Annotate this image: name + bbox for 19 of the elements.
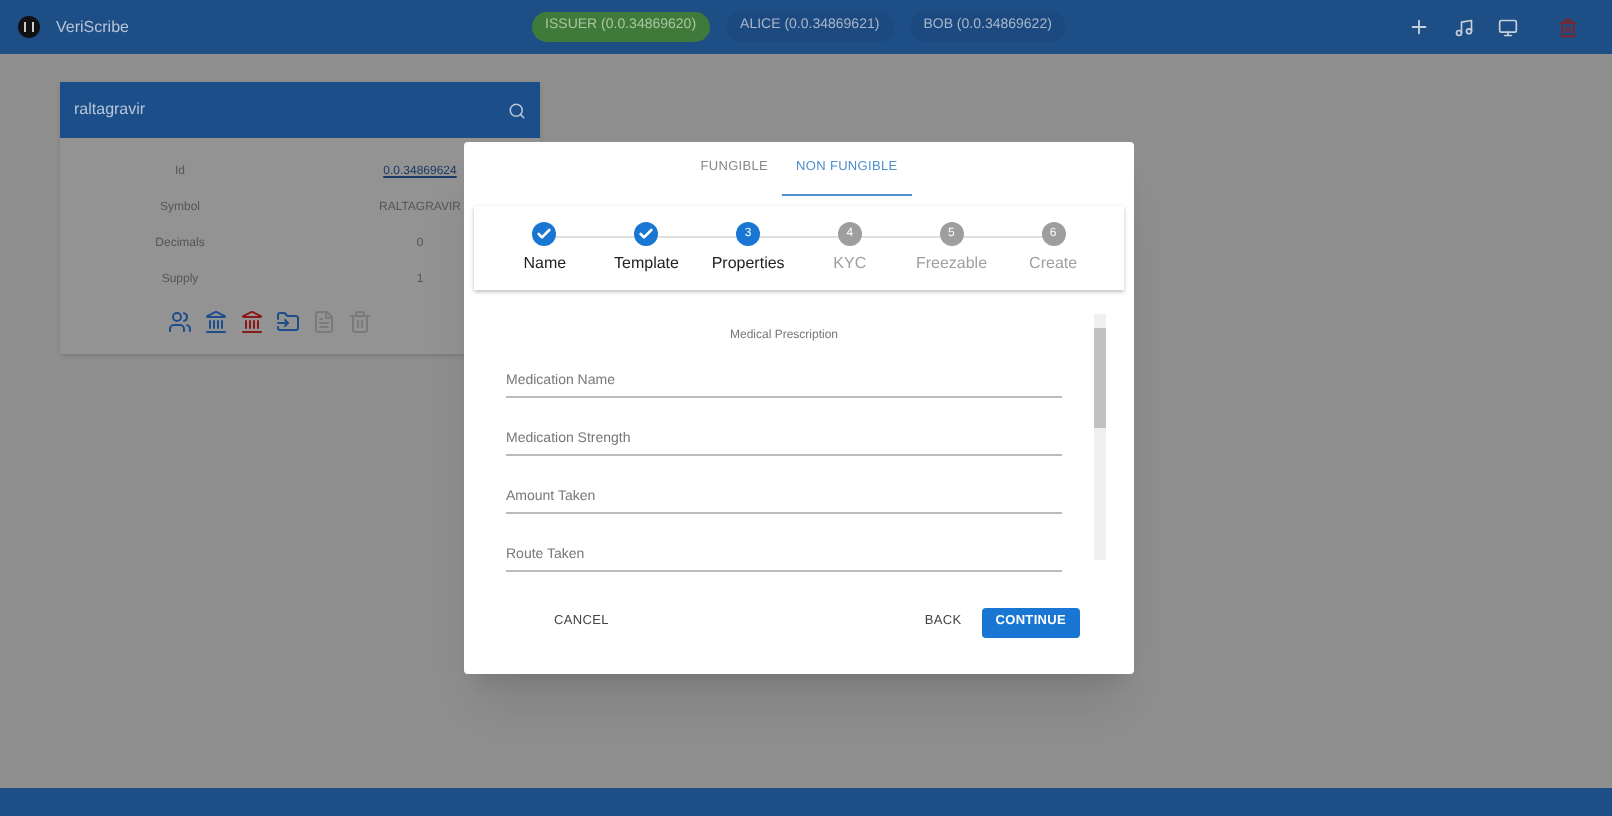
step-label: Properties [711,251,785,275]
search-icon[interactable] [508,101,526,119]
step-label: Template [614,251,679,275]
app-title: VeriScribe [56,15,129,39]
scrollbar[interactable] [1094,314,1106,560]
folder-icon[interactable] [276,310,300,334]
add-icon[interactable] [1408,16,1430,38]
logo-icon [18,16,40,38]
bank-icon[interactable] [204,310,228,334]
step-label: KYC [833,251,867,275]
step-label: Create [1029,251,1078,275]
search-value: raltagravir [74,98,148,122]
bank-icon[interactable] [240,310,264,334]
search-field[interactable]: raltagravir [60,82,540,138]
step-label: Name [523,251,567,275]
music-icon[interactable] [1454,17,1474,37]
monitor-icon[interactable] [1498,17,1518,37]
step-label: Freezable [915,251,988,275]
people-icon[interactable] [168,310,192,334]
